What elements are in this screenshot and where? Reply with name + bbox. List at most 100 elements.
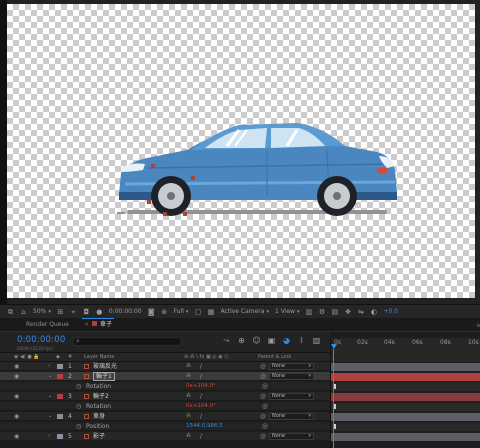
- expression-icon[interactable]: @: [262, 422, 268, 431]
- camera-icon[interactable]: ◙: [147, 308, 156, 316]
- pickwhip-icon[interactable]: @: [260, 392, 266, 401]
- resolution-dropdown[interactable]: Full: [174, 308, 189, 315]
- stopwatch-icon[interactable]: ◷: [76, 402, 81, 411]
- timeline-tracks[interactable]: [330, 352, 480, 448]
- exposure-icon[interactable]: ◐: [369, 308, 378, 316]
- label-column-icon[interactable]: ◆: [56, 354, 60, 360]
- transparency-icon[interactable]: ▦: [206, 308, 215, 316]
- shy-switch-icon[interactable]: ⁂: [186, 432, 191, 441]
- quality-switch-icon[interactable]: /: [200, 392, 202, 401]
- shy-switch-icon[interactable]: ⁂: [186, 392, 191, 401]
- chart-icon[interactable]: ▧: [312, 336, 321, 345]
- current-time[interactable]: 0:00:00:00: [17, 335, 65, 345]
- layer-bar[interactable]: [331, 433, 480, 441]
- search-input[interactable]: ⌕: [72, 337, 182, 346]
- layer-row[interactable]: ◉ ⌄ 3 輪子2 ⁂ / @ None: [0, 392, 330, 401]
- parent-dropdown[interactable]: None: [269, 433, 314, 440]
- stopwatch-icon[interactable]: ◷: [76, 422, 81, 431]
- chevron-down-icon[interactable]: ⌄: [48, 392, 52, 401]
- close-icon[interactable]: ×: [84, 321, 89, 328]
- layer-name[interactable]: 輪子2: [93, 392, 109, 401]
- switches-header-icon[interactable]: ⊛ ⁂ \ fx ▣ ◎ ◉ ⬡: [184, 354, 229, 360]
- label-swatch[interactable]: [57, 374, 63, 379]
- layer-bar[interactable]: [331, 363, 480, 371]
- chevron-down-icon[interactable]: ⌄: [48, 372, 52, 381]
- always-preview-icon[interactable]: ⧉: [6, 308, 15, 316]
- mask-icon[interactable]: ⌂: [19, 308, 28, 316]
- layer-row[interactable]: ◉ ⌄ 4 車身 ⁂ / @ None: [0, 412, 330, 421]
- expression-icon[interactable]: @: [262, 402, 268, 411]
- property-value[interactable]: 1544.0,986.5: [186, 422, 223, 431]
- timeline-icon[interactable]: ▤: [330, 308, 339, 316]
- 3d-icon[interactable]: ❖: [343, 308, 352, 316]
- region-icon[interactable]: ▢: [193, 308, 202, 316]
- layer-row[interactable]: ◉ › 5 影子 ⁂ / @ None: [0, 432, 330, 441]
- tab-render-queue[interactable]: Render Queue: [22, 318, 73, 332]
- av-features-icon[interactable]: ◉ ◀) ● 🔒: [14, 354, 40, 360]
- panel-menu-icon[interactable]: ≡: [476, 322, 480, 329]
- layout-icon[interactable]: ▥: [304, 308, 313, 316]
- layer-row[interactable]: ◉ ⌄ 2 輪子1 ⁂ / @ None: [0, 372, 330, 381]
- composition-canvas[interactable]: [7, 4, 475, 298]
- viewer-timecode[interactable]: 0:00:00:00: [109, 308, 142, 315]
- tab-composition[interactable]: × 車子: [80, 318, 116, 332]
- snapshot-icon[interactable]: ◘: [82, 308, 91, 316]
- quality-switch-icon[interactable]: /: [200, 372, 202, 381]
- pickwhip-icon[interactable]: @: [260, 362, 266, 371]
- eye-icon[interactable]: ◉: [14, 372, 19, 381]
- graph-editor-icon[interactable]: ⌇: [297, 336, 306, 345]
- layer-name[interactable]: 車身: [93, 412, 105, 421]
- eye-icon[interactable]: ◉: [14, 432, 19, 441]
- label-swatch[interactable]: [57, 394, 63, 399]
- parent-dropdown[interactable]: None: [269, 413, 314, 420]
- eye-icon[interactable]: ◉: [14, 412, 19, 421]
- property-track[interactable]: [331, 403, 480, 411]
- expression-icon[interactable]: @: [262, 382, 268, 391]
- pickwhip-icon[interactable]: @: [260, 372, 266, 381]
- comp-flowchart-icon[interactable]: ⤳: [222, 336, 231, 345]
- playhead-handle[interactable]: [331, 344, 337, 349]
- layer-bar[interactable]: [331, 373, 480, 381]
- frame-blend-icon[interactable]: ▣: [267, 336, 276, 345]
- parent-dropdown[interactable]: None: [269, 373, 314, 380]
- property-row[interactable]: ◷ Position 1544.0,986.5 @: [0, 422, 330, 431]
- layer-bar[interactable]: [331, 393, 480, 401]
- label-swatch[interactable]: [57, 414, 63, 419]
- time-ruler[interactable]: 0s 02s 04s 06s 08s 10s: [330, 338, 480, 352]
- label-swatch[interactable]: [57, 364, 63, 369]
- layer-row[interactable]: ◉ › 1 玻璃反光 ⁂ / @ None: [0, 362, 330, 371]
- quality-switch-icon[interactable]: /: [200, 432, 202, 441]
- motion-blur-icon[interactable]: ◕: [282, 336, 291, 345]
- label-swatch[interactable]: [57, 434, 63, 439]
- chevron-right-icon[interactable]: ›: [48, 362, 50, 371]
- layer-name-header[interactable]: Layer Name: [84, 354, 114, 360]
- views-dropdown[interactable]: 1 View: [275, 308, 299, 315]
- fast-preview-icon[interactable]: ⚙: [317, 308, 326, 316]
- property-track[interactable]: [331, 383, 480, 391]
- eye-icon[interactable]: ◉: [14, 392, 19, 401]
- parent-dropdown[interactable]: None: [269, 363, 314, 370]
- channel-icon[interactable]: ⊛: [160, 308, 169, 316]
- stopwatch-icon[interactable]: ◷: [76, 382, 81, 391]
- zoom-dropdown[interactable]: 50%: [33, 308, 51, 315]
- chevron-down-icon[interactable]: ⌄: [48, 412, 52, 421]
- property-track[interactable]: [331, 423, 480, 431]
- exposure-value[interactable]: +0.0: [383, 308, 398, 315]
- property-row[interactable]: ◷ Rotation 0x+104.0° @: [0, 382, 330, 391]
- chevron-right-icon[interactable]: ›: [48, 432, 50, 441]
- playhead-line[interactable]: [333, 349, 334, 448]
- layer-name[interactable]: 輪子1: [93, 372, 115, 381]
- camera-dropdown[interactable]: Active Camera: [220, 308, 269, 315]
- draft-3d-icon[interactable]: ⊕: [237, 336, 246, 345]
- quality-switch-icon[interactable]: /: [200, 362, 202, 371]
- eye-icon[interactable]: ◉: [14, 362, 19, 371]
- pickwhip-icon[interactable]: @: [260, 412, 266, 421]
- layer-bar[interactable]: [331, 413, 480, 421]
- parent-header[interactable]: Parent & Link: [258, 354, 291, 360]
- number-column-icon[interactable]: #: [68, 354, 72, 360]
- quality-switch-icon[interactable]: /: [200, 412, 202, 421]
- shy-switch-icon[interactable]: ⁂: [186, 372, 191, 381]
- shy-switch-icon[interactable]: ⁂: [186, 412, 191, 421]
- color-icon[interactable]: ●: [95, 308, 104, 316]
- frame-icon[interactable]: ⌖: [69, 308, 78, 316]
